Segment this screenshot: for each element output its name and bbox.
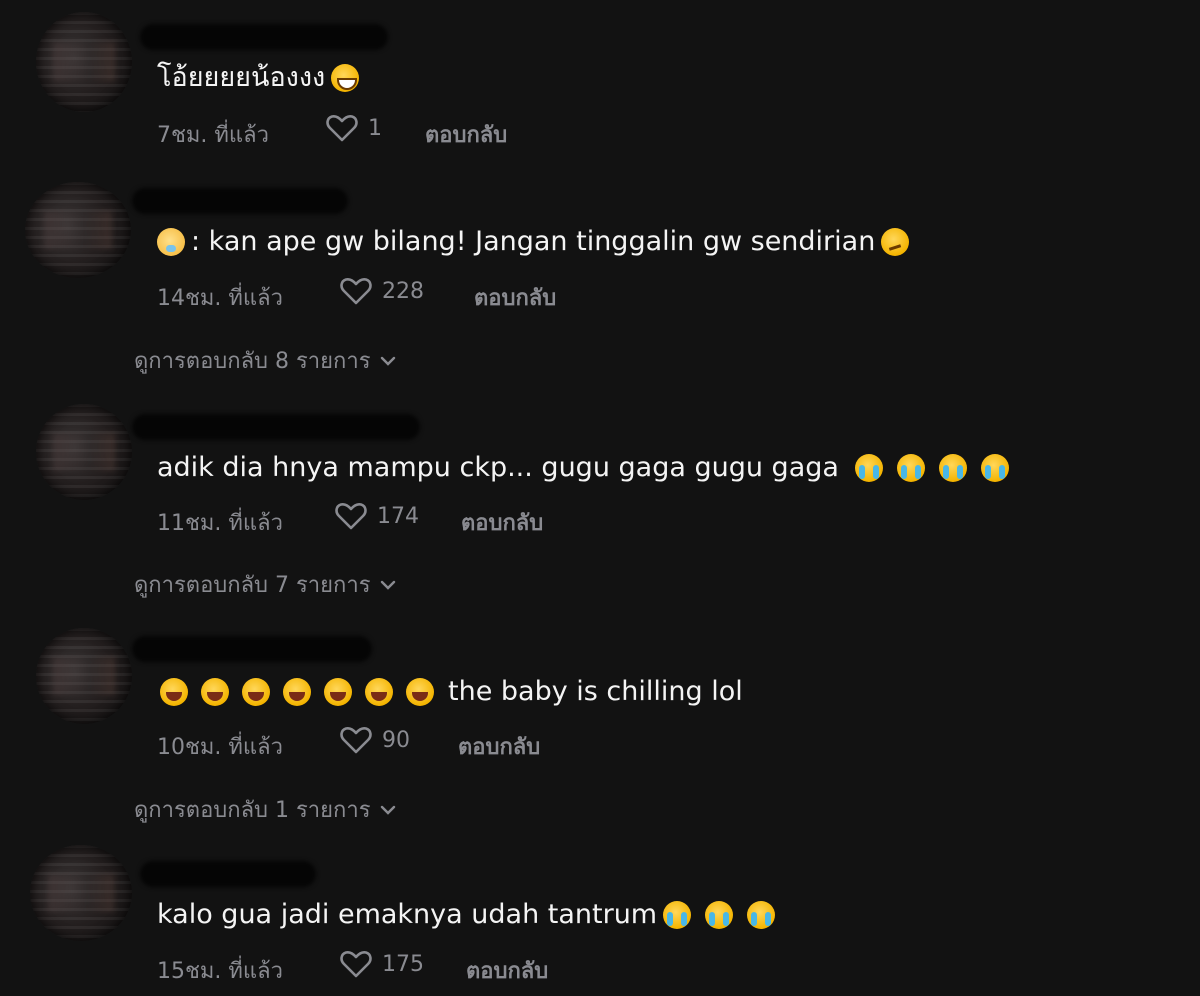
heart-icon[interactable]	[340, 950, 372, 978]
loudly-crying-face-emoji	[663, 901, 692, 929]
comment-body: kalo gua jadi emaknya udah tantrum	[157, 899, 658, 930]
loudly-crying-face-emoji	[747, 901, 776, 929]
comment-meta: 15ชม. ที่แล้ว	[157, 953, 283, 988]
timestamp: 15ชม. ที่แล้ว	[157, 959, 283, 984]
comment-text: kalo gua jadi emaknya udah tantrum	[157, 898, 776, 932]
avatar[interactable]	[30, 845, 132, 941]
like-button[interactable]: 175	[340, 950, 424, 978]
like-count: 175	[382, 951, 424, 977]
reply-button[interactable]: ตอบกลับ	[466, 953, 548, 988]
username-redacted[interactable]	[140, 861, 316, 887]
comment-item: kalo gua jadi emaknya udah tantrum 15ชม.…	[0, 0, 1200, 996]
loudly-crying-face-emoji	[705, 901, 734, 929]
